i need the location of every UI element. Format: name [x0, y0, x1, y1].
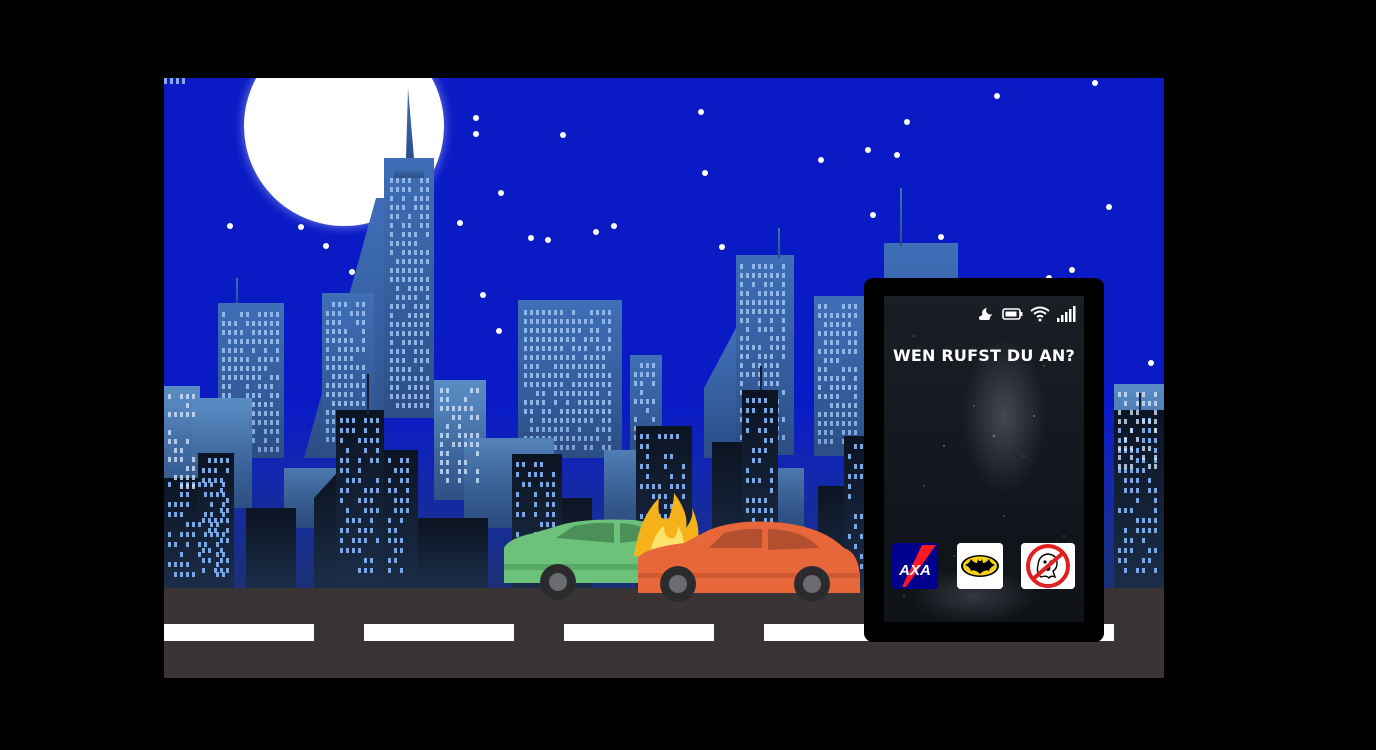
phone-screen: WEN RUFST DU AN? AXA [884, 296, 1084, 622]
batman-logo-icon [957, 543, 1003, 589]
axa-logo-icon: AXA [892, 543, 938, 589]
status-bar [978, 304, 1076, 324]
batman-app-button[interactable] [957, 543, 1003, 589]
axa-app-button[interactable]: AXA [892, 543, 938, 589]
ghostbusters-logo-icon [1021, 543, 1075, 589]
moon-cloud-icon [978, 306, 996, 322]
ghostbusters-app-button[interactable] [1021, 543, 1075, 589]
svg-text:AXA: AXA [898, 562, 931, 579]
screen-title: WEN RUFST DU AN? [884, 346, 1084, 365]
wifi-icon [1030, 306, 1050, 322]
signal-icon [1056, 306, 1076, 322]
battery-icon [1002, 307, 1024, 321]
phone-frame: WEN RUFST DU AN? AXA [864, 278, 1104, 642]
